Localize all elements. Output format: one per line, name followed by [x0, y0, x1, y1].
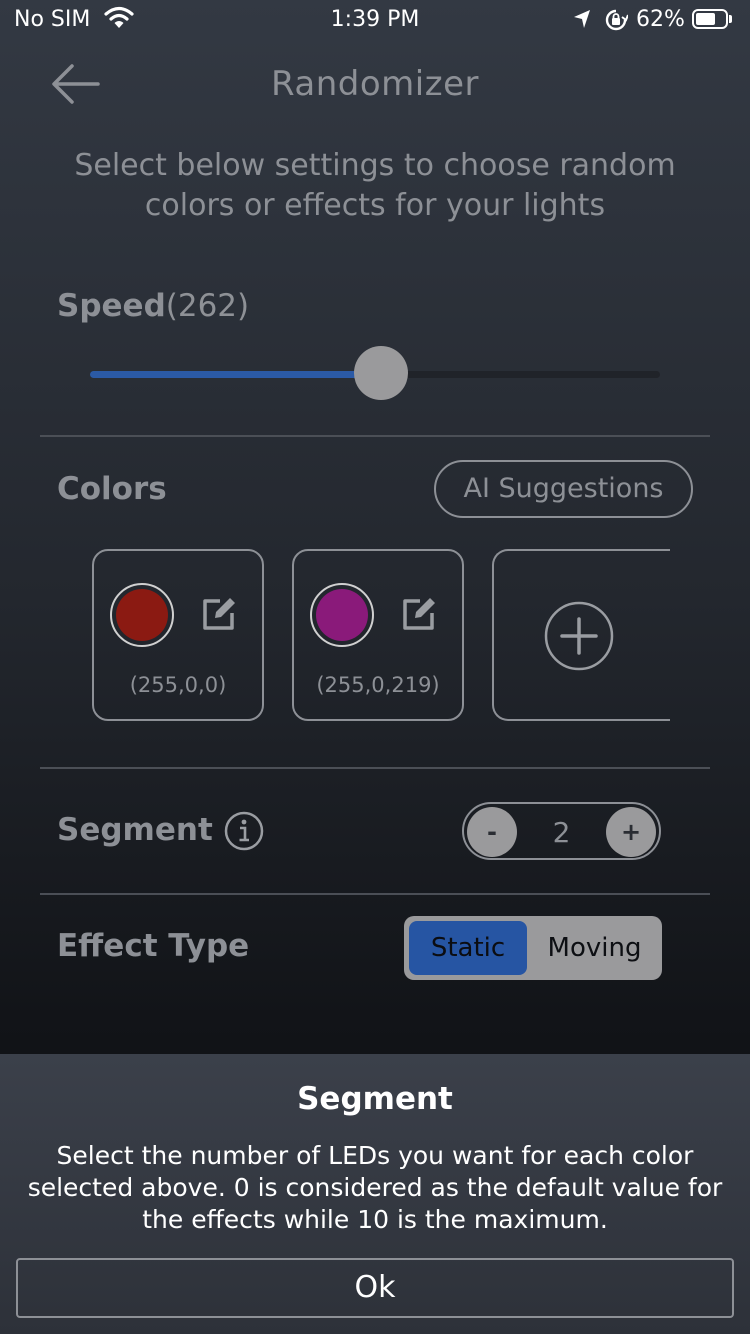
speed-value: (262) [165, 288, 250, 324]
sheet-body: Select the number of LEDs you want for e… [27, 1141, 723, 1234]
divider [40, 435, 710, 437]
edit-icon[interactable] [400, 595, 438, 633]
color-rgb-value: (255,0,219) [316, 673, 440, 697]
effect-type-toggle: Static Moving [404, 916, 662, 980]
ai-suggestions-button[interactable]: AI Suggestions [434, 460, 693, 518]
colors-label: Colors [57, 471, 167, 507]
speed-slider-thumb[interactable] [353, 346, 408, 400]
speed-slider-fill [90, 371, 381, 378]
ok-button[interactable]: Ok [16, 1258, 734, 1318]
divider [40, 767, 710, 769]
speed-title: Speed [57, 288, 166, 324]
color-card-2[interactable]: (255,0,219) [292, 549, 464, 721]
info-icon[interactable] [224, 811, 264, 851]
segment-stepper: - 2 + [462, 802, 661, 860]
color-card-1[interactable]: (255,0,0) [92, 549, 264, 721]
status-bar: No SIM 1:39 PM 62% [0, 0, 750, 40]
sheet-title: Segment [297, 1081, 453, 1117]
battery-icon [692, 9, 728, 29]
effect-static-option[interactable]: Static [409, 921, 527, 975]
page-title: Randomizer [271, 64, 479, 104]
add-color-card[interactable] [492, 549, 670, 721]
effect-moving-option[interactable]: Moving [532, 921, 657, 975]
plus-circle-icon[interactable] [544, 601, 614, 671]
info-sheet: Segment Select the number of LEDs you wa… [0, 1054, 750, 1334]
effect-type-label: Effect Type [57, 928, 250, 964]
battery-percent: 62% [636, 7, 685, 32]
increment-button[interactable]: + [606, 807, 656, 857]
segment-label: Segment [57, 812, 213, 848]
color-rgb-value: (255,0,0) [129, 673, 227, 697]
color-swatch[interactable] [110, 583, 174, 647]
battery-tip [729, 15, 732, 23]
edit-icon[interactable] [200, 595, 238, 633]
location-arrow-icon [572, 8, 592, 36]
color-swatch[interactable] [310, 583, 374, 647]
speed-label: Speed(262) [57, 288, 249, 324]
page-subtitle: Select below settings to choose random c… [74, 148, 676, 223]
rotation-lock-icon [604, 8, 629, 38]
divider [40, 893, 710, 895]
